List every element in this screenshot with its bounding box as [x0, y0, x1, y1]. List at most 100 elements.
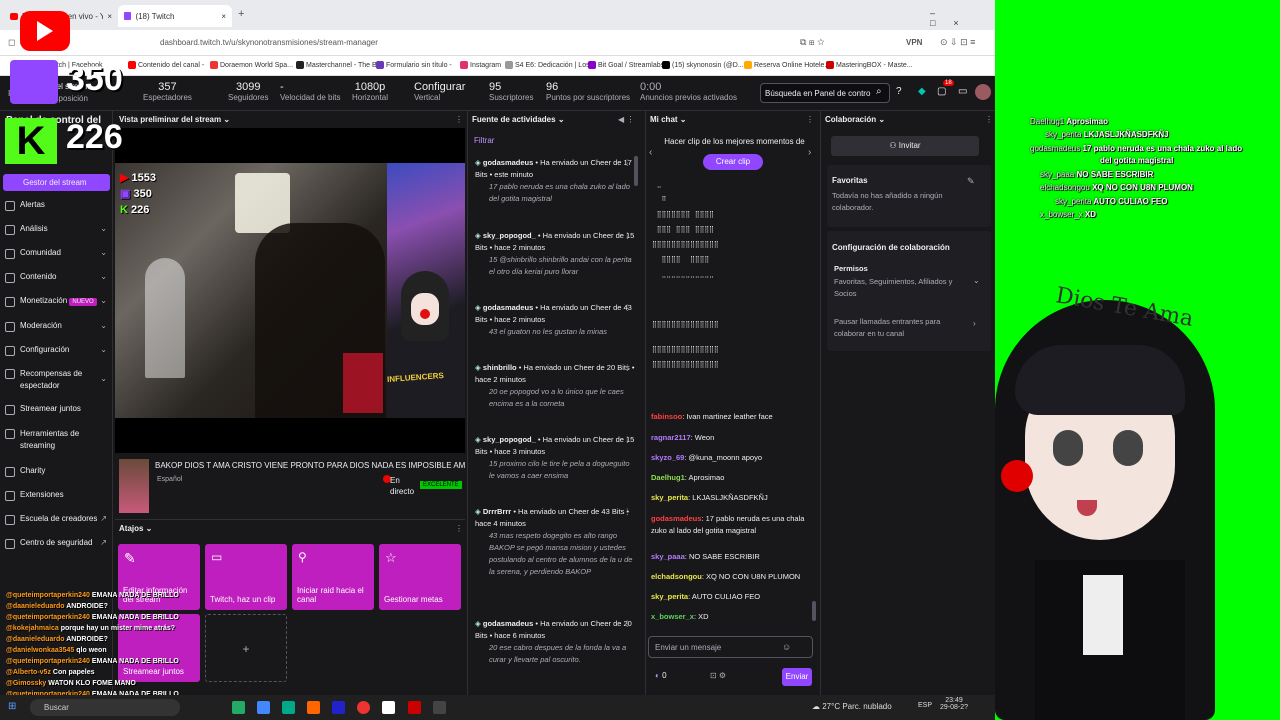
preview-header[interactable]: Vista preliminar del stream ⌄ — [119, 115, 230, 124]
activity-user[interactable]: shinbrillo — [483, 363, 517, 372]
activity-item[interactable]: ◈ sky_popogod_ • Ha enviado un Cheer de … — [475, 434, 635, 482]
sidebar-item-moderation[interactable]: Moderación ⌄ — [0, 321, 113, 332]
more-icon[interactable]: ⋮ — [624, 362, 632, 374]
sidebar-item-analytics[interactable]: Análisis ⌄ — [0, 224, 113, 235]
activity-item[interactable]: ◈ shinbrillo • Ha enviado un Cheer de 20… — [475, 362, 635, 410]
sidebar-item-community[interactable]: Comunidad ⌄ — [0, 248, 113, 259]
vpn-badge[interactable]: VPN — [906, 38, 922, 47]
chat-username[interactable]: sky_perita — [651, 592, 688, 601]
taskbar-search[interactable]: Buscar — [30, 699, 180, 716]
whispers-icon[interactable]: ▭ — [958, 86, 967, 97]
activity-header[interactable]: Fuente de actividades ⌄ — [472, 115, 565, 124]
more-icon[interactable]: ⋮ — [624, 618, 632, 630]
window-controls[interactable]: –□× — [930, 8, 995, 28]
sidebar-item-stream-manager[interactable]: Gestor del stream — [3, 174, 110, 191]
clock[interactable]: 23:49 29-08-2? — [940, 697, 968, 711]
windows-icon[interactable]: ⊞ — [8, 701, 16, 712]
activity-item[interactable]: ◈ godasmadeus • Ha enviado un Cheer de 1… — [475, 157, 635, 205]
weather[interactable]: ☁ 27°C Parc. nublado — [812, 702, 892, 711]
url-field[interactable]: dashboard.twitch.tv/u/skynonotransmision… — [130, 35, 790, 51]
activity-item[interactable]: ◈ godasmadeus • Ha enviado un Cheer de 2… — [475, 618, 635, 666]
sidebar-item-safety[interactable]: Centro de seguridad ↗ — [0, 538, 113, 549]
invite-button[interactable]: ⚇ Invitar — [831, 136, 979, 156]
chat-message[interactable]: Daelhug1: Aprosimao — [651, 472, 811, 484]
chat-username[interactable]: ragnar2117 — [651, 433, 691, 442]
bookmark[interactable]: Masterchannel - The B... — [296, 61, 383, 69]
sidebar-item-content[interactable]: Contenido ⌄ — [0, 272, 113, 283]
chat-username[interactable]: elchadsongou — [651, 572, 702, 581]
app-icon[interactable] — [232, 701, 245, 714]
bookmark[interactable]: Formulario sin título - — [376, 61, 452, 69]
edit-stream-info-button[interactable]: ✎ Editar información del stream — [118, 544, 200, 610]
chat-username[interactable]: sky_paaa — [651, 552, 685, 561]
sidebar-item-settings[interactable]: Configuración ⌄ — [0, 345, 113, 356]
chat-message[interactable]: godasmadeus: 17 pablo neruda es una chal… — [651, 513, 811, 537]
chat-username[interactable]: Daelhug1 — [651, 473, 685, 482]
chat-username[interactable]: sky_perita — [651, 493, 688, 502]
actions-header[interactable]: Atajos ⌄ — [119, 524, 152, 533]
more-icon[interactable]: ⋮ — [806, 115, 814, 124]
channel-points[interactable]: ◐ 0 — [655, 671, 667, 680]
more-icon[interactable]: ⋮ — [624, 434, 632, 446]
sidebar-item-alerts[interactable]: Alertas — [0, 200, 113, 211]
opera-icon[interactable] — [408, 701, 421, 714]
sidebar-item-tools[interactable]: Herramientas de streaming — [0, 428, 113, 452]
more-icon[interactable]: ⋮ — [624, 506, 632, 518]
chat-message[interactable]: ragnar2117: Weon — [651, 432, 811, 444]
perms-value[interactable]: Favoritas, Seguimientos, Afiliados y Soc… — [834, 276, 959, 300]
activity-user[interactable]: DrrrBrrr — [483, 507, 511, 516]
collab-header[interactable]: Colaboración ⌄ — [825, 115, 885, 124]
chat-message[interactable]: x_bowser_x: XD — [651, 611, 811, 623]
dashboard-search-input[interactable]: Búsqueda en Panel de contro — [760, 83, 890, 103]
chat-message[interactable]: elchadsongou: XQ NO CON U8N PLUMON — [651, 571, 811, 583]
firefox-icon[interactable] — [307, 701, 320, 714]
obs-icon[interactable] — [433, 701, 446, 714]
activity-user[interactable]: godasmadeus — [483, 619, 533, 628]
sidebar-item-charity[interactable]: Charity — [0, 466, 113, 477]
more-icon[interactable]: ⋮ — [624, 302, 632, 314]
chat-header[interactable]: Mi chat ⌄ — [650, 115, 687, 124]
activity-user[interactable]: godasmadeus — [483, 158, 533, 167]
activity-item[interactable]: ◈ DrrrBrrr • Ha enviado un Cheer de 43 B… — [475, 506, 635, 578]
chat-message[interactable]: sky_paaa: NO SABE ESCRIBIR — [651, 551, 811, 563]
app-icon[interactable] — [332, 701, 345, 714]
chevron-right-icon[interactable]: › — [973, 319, 976, 328]
activity-user[interactable]: godasmadeus — [483, 303, 533, 312]
app-icon[interactable] — [382, 701, 395, 714]
stat-horizontal[interactable]: 1080p Horizontal — [352, 81, 388, 102]
chat-username[interactable]: x_bowser_x — [651, 612, 694, 621]
sidebar-item-extensions[interactable]: Extensiones — [0, 490, 113, 501]
chevron-left-icon[interactable]: ‹ — [649, 147, 652, 158]
more-icon[interactable]: ⋮ — [985, 115, 993, 124]
bookmark[interactable]: Contenido del canal - — [128, 61, 204, 69]
chrome-icon[interactable] — [357, 701, 370, 714]
manage-goals-button[interactable]: ☆ Gestionar metas — [379, 544, 461, 610]
activity-item[interactable]: ◈ godasmadeus • Ha enviado un Cheer de 4… — [475, 302, 635, 338]
chat-settings-icons[interactable]: ⊡ ⚙ — [710, 671, 726, 680]
extension-icons[interactable]: ⊙ ⇩ ⊡ ≡ — [940, 37, 975, 48]
close-icon[interactable]: × — [107, 12, 112, 21]
more-icon[interactable]: ⋮ — [624, 157, 632, 169]
scrollbar[interactable] — [812, 601, 816, 621]
create-clip-button[interactable]: Crear clip — [703, 154, 763, 170]
activity-user[interactable]: sky_popogod_ — [483, 231, 536, 240]
send-button[interactable]: Enviar — [782, 668, 812, 686]
activity-user[interactable]: sky_popogod_ — [483, 435, 536, 444]
more-icon[interactable]: ⋮ — [455, 524, 463, 533]
bookmark[interactable]: (15) skynonosin (@D... — [662, 61, 744, 69]
edit-icon[interactable]: ✎ — [967, 176, 975, 187]
activity-item[interactable]: ◈ sky_popogod_ • Ha enviado un Cheer de … — [475, 230, 635, 278]
language-indicator[interactable]: ESP — [918, 702, 932, 709]
sidebar-item-academy[interactable]: Escuela de creadores ↗ — [0, 514, 113, 525]
bits-icon[interactable]: ◆ — [918, 86, 926, 97]
notifications-icon[interactable]: ▢ — [937, 86, 946, 97]
chat-message[interactable]: sky_perita: LKJASLJKÑASDFKÑJ — [651, 492, 811, 504]
start-raid-button[interactable]: ⚲ Iniciar raid hacia el canal — [292, 544, 374, 610]
app-icon[interactable] — [257, 701, 270, 714]
edge-icon[interactable] — [282, 701, 295, 714]
bookmark[interactable]: MasteringBOX - Maste... — [826, 61, 913, 69]
bookmark[interactable]: S4 E6: Dedicación | Los... — [505, 61, 595, 69]
new-tab-button[interactable]: + — [238, 8, 244, 20]
avatar[interactable] — [975, 84, 991, 100]
search-icon[interactable]: ⌕ — [876, 86, 882, 97]
